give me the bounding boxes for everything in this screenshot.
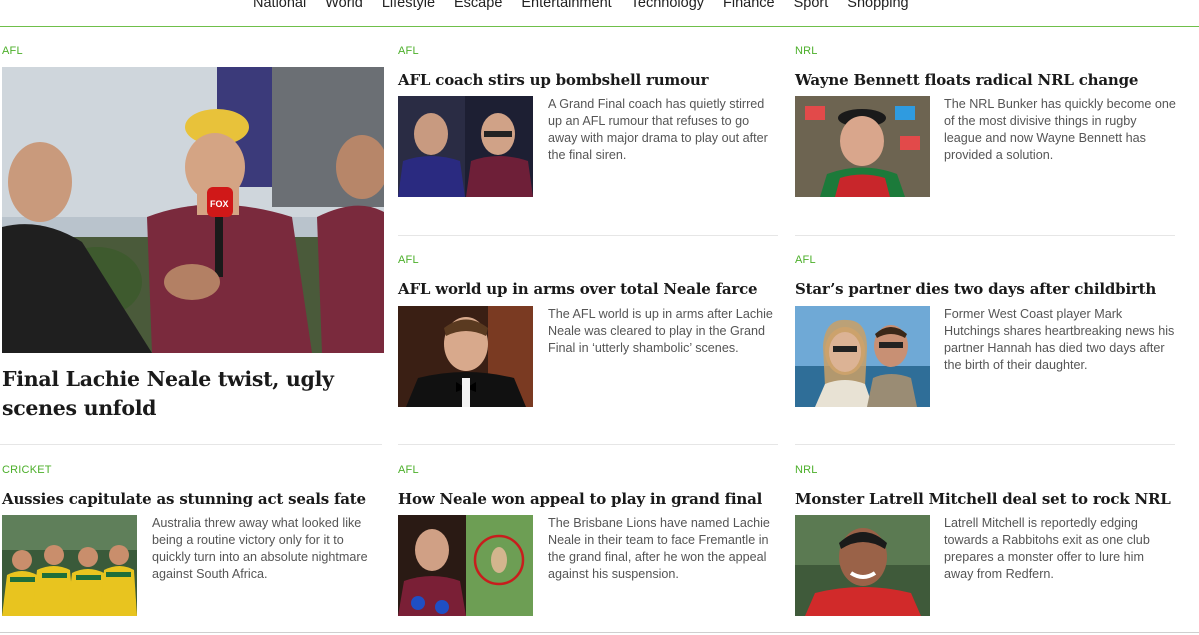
story-thumbnail[interactable]	[398, 515, 533, 616]
story-blurb: Former West Coast player Mark Hutchings …	[944, 307, 1175, 372]
story-category[interactable]: NRL	[795, 464, 818, 476]
divider	[0, 444, 382, 445]
story-headline[interactable]: How Neale won appeal to play in grand fi…	[398, 490, 762, 508]
nav-item-lifestyle[interactable]: Lifestyle	[382, 0, 435, 11]
story-thumbnail[interactable]	[795, 306, 930, 407]
story-blurb: The NRL Bunker has quickly become one of…	[944, 97, 1176, 162]
story-category[interactable]: NRL	[795, 45, 818, 57]
story-category[interactable]: AFL	[795, 254, 816, 266]
story-thumbnail[interactable]	[2, 515, 137, 616]
divider	[398, 444, 778, 445]
story-blurb: The AFL world is up in arms after Lachie…	[548, 307, 773, 355]
nav-item-national[interactable]: National	[253, 0, 306, 11]
story-thumbnail[interactable]	[398, 306, 533, 407]
divider	[398, 235, 778, 236]
featured-category[interactable]: AFL	[2, 45, 23, 57]
story-headline[interactable]: Wayne Bennett floats radical NRL change	[795, 71, 1138, 89]
story-thumbnail[interactable]	[398, 96, 533, 197]
story-thumbnail[interactable]	[795, 96, 930, 197]
footer-rule	[0, 632, 1199, 633]
nav-item-finance[interactable]: Finance	[723, 0, 775, 11]
top-nav: National World Lifestyle Escape Entertai…	[0, 0, 1199, 27]
nav-item-sport[interactable]: Sport	[794, 0, 829, 11]
story-category[interactable]: AFL	[398, 254, 419, 266]
story-headline[interactable]: AFL world up in arms over total Neale fa…	[398, 280, 758, 298]
divider	[795, 235, 1175, 236]
story-blurb: Latrell Mitchell is reportedly edging to…	[944, 516, 1150, 581]
story-headline[interactable]: Monster Latrell Mitchell deal set to roc…	[795, 490, 1171, 508]
story-category[interactable]: CRICKET	[2, 464, 52, 476]
nav-item-technology[interactable]: Technology	[631, 0, 704, 11]
nav-item-world[interactable]: World	[325, 0, 363, 11]
nav-item-escape[interactable]: Escape	[454, 0, 502, 11]
story-blurb: Australia threw away what looked like be…	[152, 516, 368, 581]
story-category[interactable]: AFL	[398, 464, 419, 476]
story-thumbnail[interactable]	[795, 515, 930, 616]
story-headline[interactable]: Aussies capitulate as stunning act seals…	[2, 490, 366, 508]
story-blurb: A Grand Final coach has quietly stirred …	[548, 97, 768, 162]
story-headline[interactable]: AFL coach stirs up bombshell rumour	[398, 71, 708, 89]
story-category[interactable]: AFL	[398, 45, 419, 57]
story-headline[interactable]: Star’s partner dies two days after child…	[795, 280, 1156, 298]
divider	[795, 444, 1175, 445]
featured-image[interactable]: FOX	[2, 67, 384, 353]
nav-item-entertainment[interactable]: Entertainment	[521, 0, 611, 11]
nav-menu: National World Lifestyle Escape Entertai…	[253, 0, 928, 11]
mic-flag-text: FOX	[210, 199, 229, 209]
story-blurb: The Brisbane Lions have named Lachie Nea…	[548, 516, 770, 581]
featured-headline[interactable]: Final Lachie Neale twist, ugly scenes un…	[2, 365, 382, 423]
nav-item-shopping[interactable]: Shopping	[847, 0, 908, 11]
